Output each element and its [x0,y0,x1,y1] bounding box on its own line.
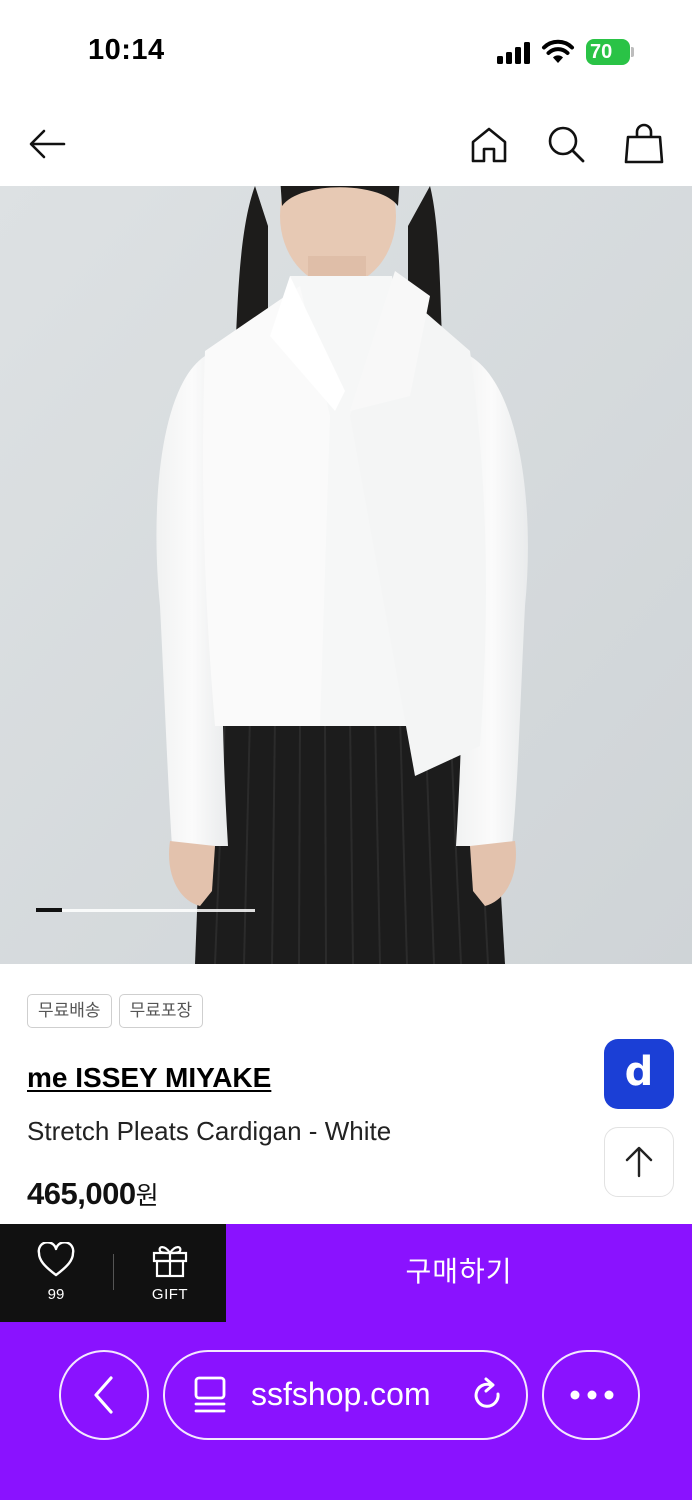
browser-back-button[interactable] [59,1350,149,1440]
tag-free-shipping: 무료배송 [27,994,112,1028]
buy-label: 구매하기 [405,1256,513,1287]
heart-icon [37,1242,75,1277]
shopping-bag-icon[interactable] [622,122,666,166]
back-arrow-icon[interactable] [26,122,70,166]
gift-label: GIFT [151,1286,189,1303]
product-photo [0,186,692,964]
battery-level: 70 [590,41,613,63]
purchase-action-bar: 99 GIFT 구매하기 [0,1224,692,1322]
status-bar: 10:14 70 [0,0,692,100]
price-unit: 원 [135,1182,159,1210]
chevron-left-icon [94,1376,113,1414]
buy-button[interactable]: 구매하기 [226,1224,692,1322]
app-header [0,100,692,186]
home-icon[interactable] [467,122,511,166]
cellular-signal-icon [497,42,530,64]
page-menu-icon[interactable] [193,1375,227,1415]
wishlist-button[interactable]: 99 [0,1224,112,1322]
battery-indicator: 70 [586,39,634,65]
battery-cap [631,47,634,57]
reload-icon[interactable] [470,1376,506,1416]
d-floating-button[interactable]: d [604,1039,674,1109]
benefit-tags: 무료배송 무료포장 [27,994,204,1028]
wifi-icon [542,39,574,63]
product-info: 무료배송 무료포장 me ISSEY MIYAKE Stretch Pleats… [0,964,692,1224]
gift-button[interactable]: GIFT [114,1224,226,1322]
browser-toolbar: ssfshop.com [0,1322,692,1500]
tag-free-wrapping: 무료포장 [118,994,204,1028]
brand-link[interactable]: me ISSEY MIYAKE [27,1062,271,1094]
product-name: Stretch Pleats Cardigan - White [27,1116,392,1146]
arrow-up-icon [625,1146,653,1178]
status-time: 10:14 [88,34,165,66]
search-icon[interactable] [544,122,588,166]
price-value: 465,000 [27,1176,136,1211]
gallery-progress-track [36,908,255,912]
product-price: 465,000원 [27,1176,159,1212]
wishlist-count: 99 [47,1286,65,1303]
address-bar[interactable]: ssfshop.com [163,1350,528,1440]
more-dots-icon [570,1390,614,1400]
product-image[interactable] [0,186,692,964]
scroll-top-button[interactable] [604,1127,674,1197]
url-text: ssfshop.com [251,1376,431,1412]
action-left-panel: 99 GIFT [0,1224,226,1322]
more-options-button[interactable] [542,1350,640,1440]
gallery-progress-fill [36,908,63,912]
d-logo-icon: d [624,1049,654,1095]
gift-icon [152,1246,188,1278]
